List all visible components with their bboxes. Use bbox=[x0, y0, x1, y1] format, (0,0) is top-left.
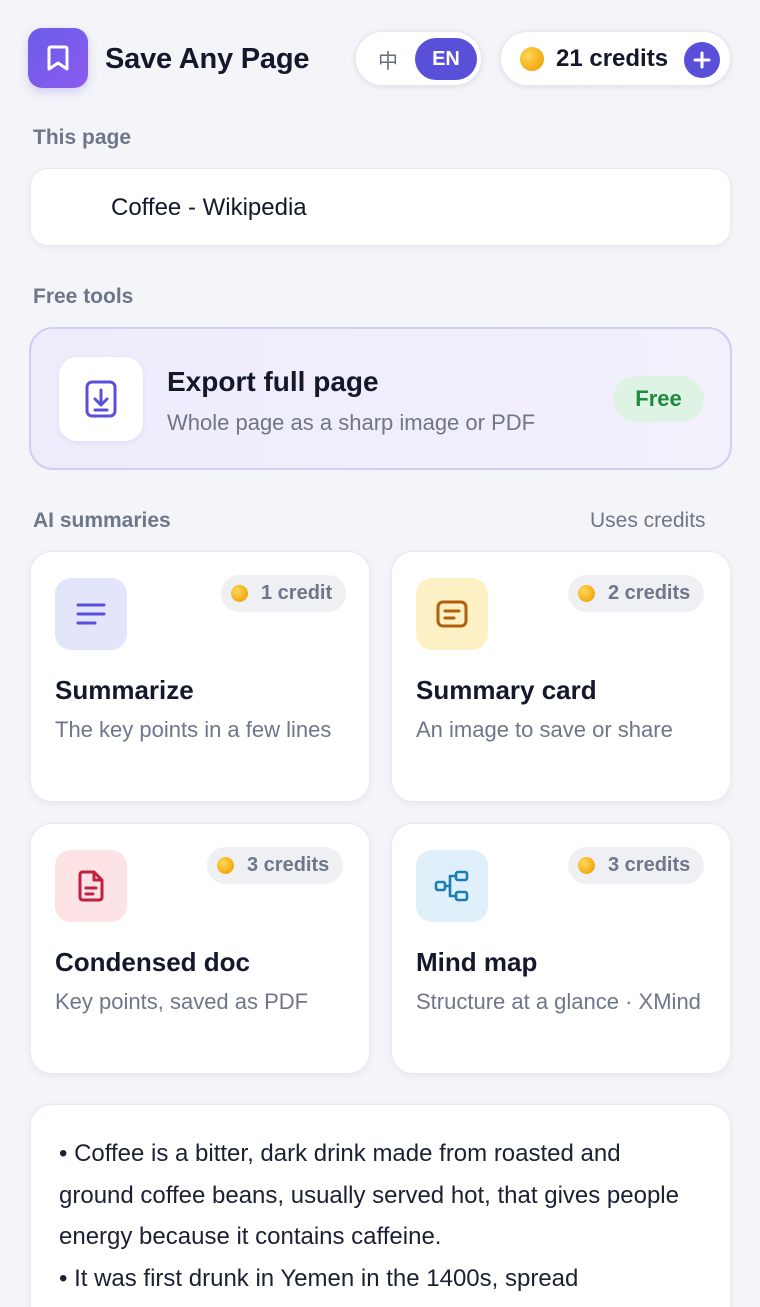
language-switch: 中 EN bbox=[355, 31, 482, 86]
summarize-tool-card[interactable]: 1 credit Summarize The key points in a f… bbox=[30, 551, 370, 802]
page-title: Coffee - Wikipedia bbox=[111, 194, 307, 221]
credits-balance[interactable]: 21 credits bbox=[500, 31, 731, 86]
summarize-icon-box bbox=[55, 578, 127, 650]
add-credits-button[interactable] bbox=[684, 42, 720, 78]
mind-map-tool-card[interactable]: 3 credits Mind map Structure at a glance… bbox=[391, 823, 731, 1074]
tool-description: Structure at a glance · XMind bbox=[416, 989, 701, 1014]
summary-result-card: • Coffee is a bitter, dark drink made fr… bbox=[30, 1104, 731, 1307]
mind-map-icon bbox=[434, 870, 469, 902]
bookmark-icon bbox=[47, 45, 69, 71]
export-icon-box bbox=[59, 357, 143, 441]
tool-title: Summary card bbox=[416, 675, 597, 705]
tool-description: The key points in a few lines bbox=[55, 717, 332, 742]
summary-bullet: • It was first drunk in Yemen in the 140… bbox=[59, 1264, 579, 1292]
ai-summaries-label: AI summaries bbox=[33, 509, 171, 532]
cost-badge: 3 credits bbox=[568, 847, 705, 884]
download-icon bbox=[85, 380, 117, 418]
tool-title: Summarize bbox=[55, 675, 194, 705]
card-icon bbox=[436, 600, 468, 628]
tool-title: Condensed doc bbox=[55, 947, 251, 977]
condensed-doc-icon-box bbox=[55, 850, 127, 922]
this-page-label: This page bbox=[33, 126, 132, 149]
free-badge: Free bbox=[613, 376, 704, 422]
cost-label: 3 credits bbox=[247, 854, 330, 876]
current-page-card: Coffee - Wikipedia bbox=[30, 168, 731, 246]
coin-icon bbox=[231, 585, 248, 602]
summary-card-icon-box bbox=[416, 578, 488, 650]
export-description: Whole page as a sharp image or PDF bbox=[167, 410, 536, 435]
cost-badge: 2 credits bbox=[568, 575, 705, 612]
cost-label: 1 credit bbox=[261, 582, 333, 604]
summary-bullet: • Coffee is a bitter, dark drink made fr… bbox=[59, 1140, 679, 1250]
coin-icon bbox=[578, 585, 595, 602]
cost-label: 2 credits bbox=[608, 582, 691, 604]
lang-option-zh[interactable]: 中 bbox=[368, 41, 408, 77]
cost-label: 3 credits bbox=[608, 854, 691, 876]
coin-icon bbox=[520, 47, 544, 71]
tool-description: An image to save or share bbox=[416, 717, 673, 742]
document-icon bbox=[78, 870, 104, 902]
app-logo bbox=[28, 28, 88, 88]
coin-icon bbox=[217, 857, 234, 874]
summary-bullet-list: • Coffee is a bitter, dark drink made fr… bbox=[59, 1133, 699, 1299]
free-tools-label: Free tools bbox=[33, 285, 134, 308]
tool-description: Key points, saved as PDF bbox=[55, 989, 309, 1014]
summary-card-tool-card[interactable]: 2 credits Summary card An image to save … bbox=[391, 551, 731, 802]
mind-map-icon-box bbox=[416, 850, 488, 922]
cost-badge: 1 credit bbox=[221, 575, 347, 612]
plus-icon bbox=[693, 51, 711, 69]
header: Save Any Page 中 EN 21 credits bbox=[0, 0, 760, 118]
export-full-page-button[interactable]: Export full page Whole page as a sharp i… bbox=[29, 327, 732, 470]
coin-icon bbox=[578, 857, 595, 874]
lang-option-en[interactable]: EN bbox=[415, 38, 477, 80]
cost-badge: 3 credits bbox=[207, 847, 344, 884]
text-lines-icon bbox=[76, 603, 106, 625]
export-title: Export full page bbox=[167, 366, 379, 397]
credits-count: 21 credits bbox=[556, 45, 669, 72]
condensed-doc-tool-card[interactable]: 3 credits Condensed doc Key points, save… bbox=[30, 823, 370, 1074]
app-title: Save Any Page bbox=[105, 43, 310, 75]
tool-title: Mind map bbox=[416, 947, 538, 977]
uses-credits-note: Uses credits bbox=[590, 509, 706, 532]
